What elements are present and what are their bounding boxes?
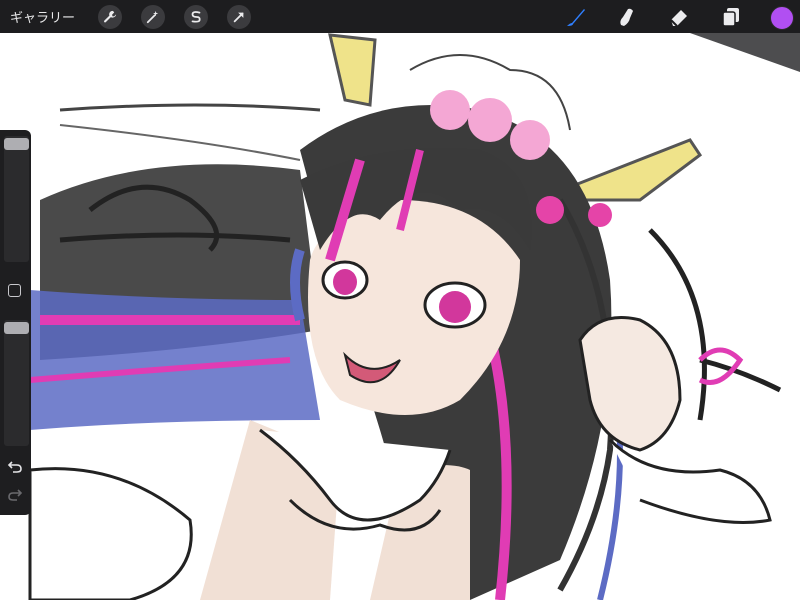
actions-button[interactable] <box>98 4 123 29</box>
brush-icon <box>567 9 585 26</box>
undo-icon <box>7 461 22 473</box>
drawing-canvas[interactable] <box>0 0 800 600</box>
selection-icon <box>191 10 201 23</box>
brush-tool-button[interactable] <box>563 4 589 30</box>
gallery-button[interactable]: ギャラリー <box>10 7 75 26</box>
smudge-tool-button[interactable] <box>614 4 640 30</box>
opacity-slider-thumb[interactable] <box>4 322 29 334</box>
magic-wand-icon <box>146 10 159 23</box>
layers-icon <box>722 8 739 27</box>
modify-button[interactable] <box>8 284 21 297</box>
left-sidebar <box>0 130 31 515</box>
selection-button[interactable] <box>184 4 209 29</box>
undo-button[interactable] <box>6 458 24 476</box>
smudge-icon <box>620 8 633 26</box>
brush-size-slider-thumb[interactable] <box>4 138 29 150</box>
color-picker-button[interactable] <box>770 6 794 30</box>
arrow-cursor-icon <box>233 12 244 22</box>
eraser-tool-button[interactable] <box>666 4 692 30</box>
brush-size-slider[interactable] <box>4 136 29 262</box>
eraser-icon <box>670 10 687 27</box>
transform-button[interactable] <box>227 4 252 29</box>
layers-button[interactable] <box>718 4 744 30</box>
wrench-icon <box>104 10 117 22</box>
opacity-slider[interactable] <box>4 320 29 446</box>
adjustments-button[interactable] <box>141 4 166 29</box>
top-toolbar: ギャラリー <box>0 0 800 33</box>
redo-button[interactable] <box>6 486 24 504</box>
redo-icon <box>8 489 23 501</box>
